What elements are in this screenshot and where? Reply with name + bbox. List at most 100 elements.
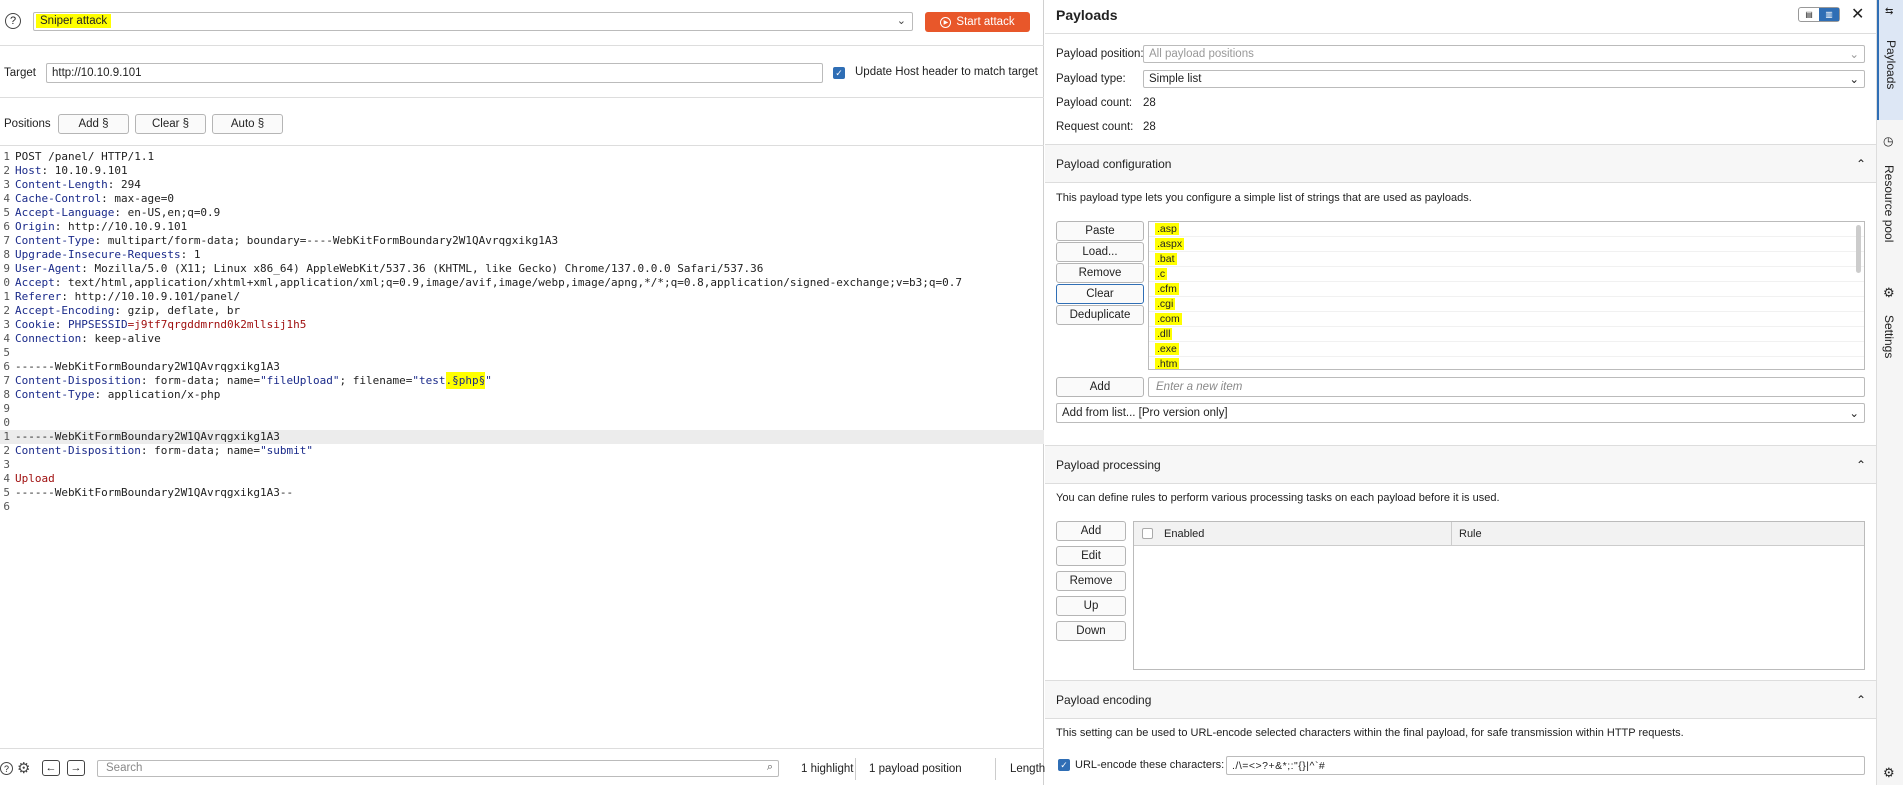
tab-settings[interactable]: ⚙ Settings — [1877, 285, 1903, 375]
url-encode-checkbox[interactable]: ✓ — [1058, 759, 1070, 771]
search-input[interactable]: Search ⌕ — [97, 760, 779, 777]
param-value: " — [485, 374, 492, 387]
line-number: 4 — [3, 472, 10, 485]
select-all-checkbox[interactable] — [1142, 528, 1153, 539]
line-text: Content-Type: application/x-php — [15, 388, 220, 402]
layout-toggle[interactable]: ▤ ▥ — [1798, 7, 1840, 22]
help-icon[interactable]: ? — [0, 762, 13, 775]
section-header[interactable]: Payload encoding ⌃ — [1045, 681, 1876, 719]
request-line: 3 Cookie: PHPSESSID=j9tf7qrgddmrnd0k2mlls… — [0, 318, 1044, 332]
line-content: ------WebKitFormBoundary2W1QAvrqgxikg1A3 — [15, 430, 280, 443]
header-value: : Mozilla/5.0 (X11; Linux x86_64) AppleW… — [81, 262, 764, 275]
payload-list-item[interactable]: .cfm — [1149, 282, 1864, 297]
line-text: Upgrade-Insecure-Requests: 1 — [15, 248, 200, 262]
payloads-title: Payloads — [1056, 7, 1118, 23]
deduplicate-payloads-button[interactable]: Deduplicate — [1056, 305, 1144, 325]
line-content: POST /panel/ HTTP/1.1 — [15, 150, 155, 163]
remove-payloads-button[interactable]: Remove — [1056, 263, 1144, 283]
line-text: Host: 10.10.9.101 — [15, 164, 128, 178]
payload-position-label: Payload position: — [1056, 48, 1144, 60]
forward-arrow-icon[interactable]: → — [67, 760, 85, 776]
section-header[interactable]: Payload configuration ⌃ — [1045, 145, 1876, 183]
update-host-checkbox[interactable]: ✓ — [833, 67, 845, 79]
line-number: 9 — [3, 262, 10, 275]
line-content: ------WebKitFormBoundary2W1QAvrqgxikg1A3… — [15, 486, 294, 499]
payload-list-item[interactable]: .c — [1149, 267, 1864, 282]
payload-list-item[interactable]: .htm — [1149, 357, 1864, 369]
rules-table[interactable]: Enabled Rule — [1133, 521, 1865, 670]
auto-markers-button[interactable]: Auto § — [212, 114, 283, 134]
edit-rule-button[interactable]: Edit — [1056, 546, 1126, 566]
gear-icon[interactable]: ⚙ — [17, 759, 30, 777]
clear-markers-button[interactable]: Clear § — [135, 114, 206, 134]
new-item-input[interactable]: Enter a new item — [1148, 377, 1865, 397]
chevron-up-icon[interactable]: ⌃ — [1856, 458, 1866, 472]
split-view-icon[interactable]: ▥ — [1819, 8, 1839, 21]
positions-label: Positions — [4, 118, 51, 130]
line-content: ------WebKitFormBoundary2W1QAvrqgxikg1A3 — [15, 360, 280, 373]
add-rule-button[interactable]: Add — [1056, 521, 1126, 541]
payload-list-item[interactable]: .cgi — [1149, 297, 1864, 312]
close-icon[interactable]: ✕ — [1851, 4, 1864, 24]
line-number: 4 — [3, 332, 10, 345]
section-header[interactable]: Payload processing ⌃ — [1045, 446, 1876, 484]
add-payload-button[interactable]: Add — [1056, 377, 1144, 397]
target-input[interactable]: http://10.10.9.101 — [46, 63, 823, 83]
payload-list-item[interactable]: .dll — [1149, 327, 1864, 342]
payload-list-item[interactable]: .com — [1149, 312, 1864, 327]
down-rule-button[interactable]: Down — [1056, 621, 1126, 641]
request-line: 0 Accept: text/html,application/xhtml+xml… — [0, 276, 1044, 290]
url-encode-label: URL-encode these characters: — [1075, 759, 1225, 771]
add-from-list-select[interactable]: Add from list... [Pro version only] ⌄ — [1056, 403, 1865, 423]
start-attack-button[interactable]: ▶ Start attack — [925, 12, 1030, 32]
header-value: : max-age=0 — [101, 192, 174, 205]
payload-list-item[interactable]: .exe — [1149, 342, 1864, 357]
chevron-down-icon: ⌄ — [1849, 49, 1859, 61]
payload-list[interactable]: .asp .aspx .bat .c .cfm .cgi .com .dll .exe .htm — [1148, 221, 1865, 370]
remove-rule-button[interactable]: Remove — [1056, 571, 1126, 591]
up-rule-button[interactable]: Up — [1056, 596, 1126, 616]
header-value: : form-data; name= — [140, 444, 261, 457]
tab-resource-pool[interactable]: ◷ Resource pool — [1877, 130, 1903, 260]
scrollbar[interactable] — [1856, 225, 1861, 273]
payload-encoding-section: Payload encoding ⌃ — [1045, 680, 1876, 719]
header-value: ; filename= — [339, 374, 413, 387]
payload-list-item-text: .asp — [1155, 223, 1179, 235]
payload-position-select[interactable]: All payload positions ⌄ — [1143, 45, 1865, 63]
line-number: 6 — [3, 360, 10, 373]
header-value: : application/x-php — [94, 388, 221, 401]
chevron-up-icon[interactable]: ⌃ — [1856, 693, 1866, 707]
request-line: 7 Content-Type: multipart/form-data; boun… — [0, 234, 1044, 248]
help-icon[interactable]: ? — [5, 13, 21, 29]
list-view-icon[interactable]: ▤ — [1799, 8, 1819, 21]
header-value: : http://10.10.9.101/panel/ — [61, 290, 241, 303]
line-number: 5 — [3, 346, 10, 359]
payload-list-item[interactable]: .asp — [1149, 222, 1864, 237]
request-line: 0 — [0, 416, 1044, 430]
line-number: 6 — [3, 220, 10, 233]
request-editor[interactable]: 1 POST /panel/ HTTP/1.1 2 Host: 10.10.9.101… — [0, 150, 1044, 514]
divider — [0, 748, 1044, 749]
attack-type-select[interactable]: Sniper attack ⌄ — [33, 12, 913, 31]
payload-list-item[interactable]: .aspx — [1149, 237, 1864, 252]
gear-icon[interactable]: ⚙ — [1883, 765, 1895, 781]
line-number: 0 — [3, 416, 10, 429]
request-line: 5 Accept-Language: en-US,en;q=0.9 — [0, 206, 1044, 220]
chevron-up-icon[interactable]: ⌃ — [1856, 157, 1866, 171]
payload-type-select[interactable]: Simple list ⌄ — [1143, 70, 1865, 88]
payload-list-item[interactable]: .bat — [1149, 252, 1864, 267]
header-name: Cache-Control — [15, 192, 102, 205]
clear-payloads-button[interactable]: Clear — [1056, 284, 1144, 304]
paste-payloads-button[interactable]: Paste — [1056, 221, 1144, 241]
request-line: 3 — [0, 458, 1044, 472]
config-description: This payload type lets you configure a s… — [1056, 192, 1472, 204]
param-value: "submit" — [260, 444, 314, 457]
header-name: Content-Length — [15, 178, 108, 191]
tab-payloads[interactable]: ⇆ Payloads — [1877, 0, 1903, 120]
load-payloads-button[interactable]: Load... — [1056, 242, 1144, 262]
add-marker-button[interactable]: Add § — [58, 114, 129, 134]
url-encode-chars-input[interactable]: ./\=<>?+&*;:"{}|^`# — [1226, 756, 1865, 775]
back-arrow-icon[interactable]: ← — [42, 760, 60, 776]
line-text: Cache-Control: max-age=0 — [15, 192, 174, 206]
payloads-tab-icon: ⇆ — [1885, 6, 1894, 17]
